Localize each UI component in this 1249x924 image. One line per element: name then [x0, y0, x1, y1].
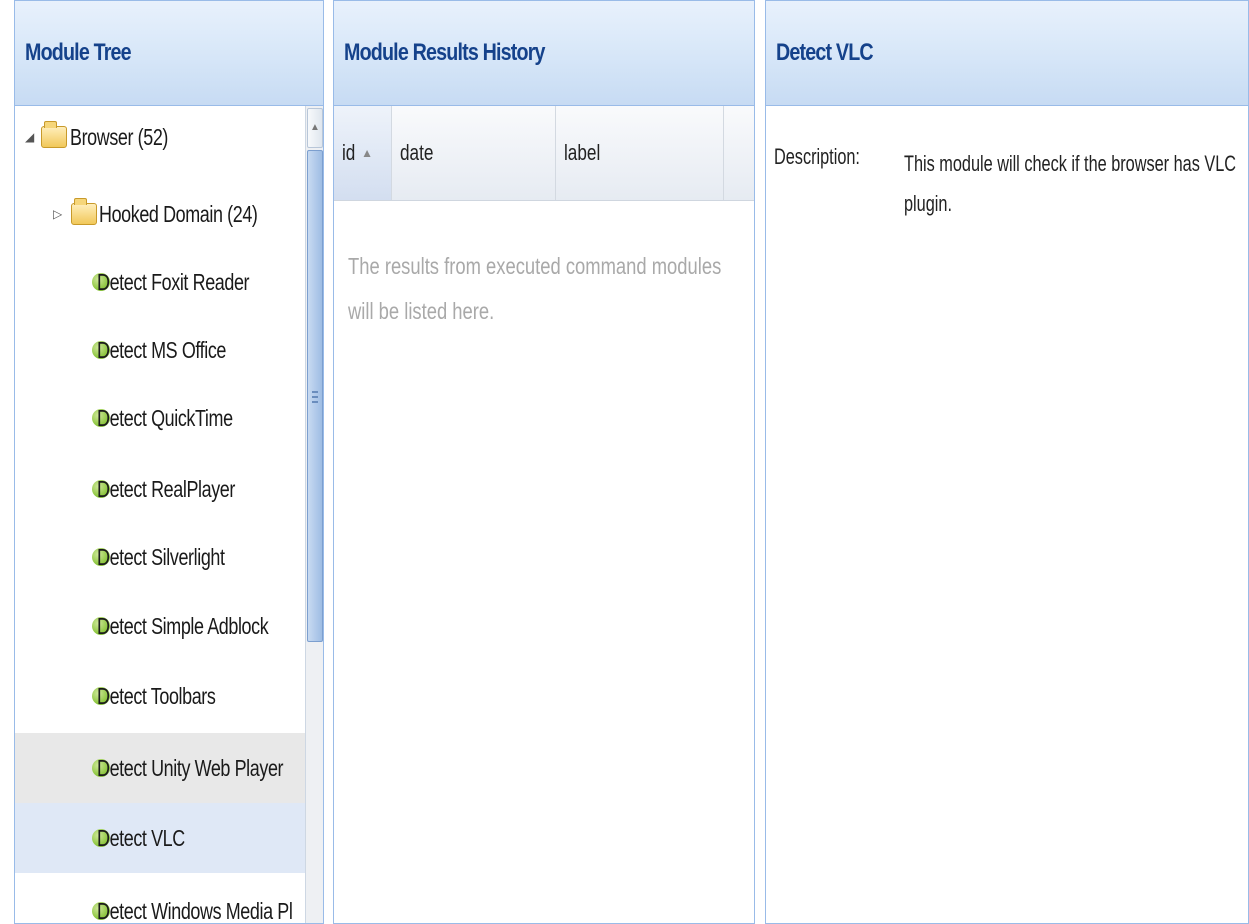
- tree-node-label: Detect RealPlayer: [97, 475, 235, 502]
- column-header-label[interactable]: label: [556, 106, 724, 200]
- tree-node-label: Browser (52): [70, 123, 169, 150]
- collapsed-arrow-icon[interactable]: ▷: [53, 207, 62, 221]
- column-header-date[interactable]: date: [392, 106, 556, 200]
- grip-icon: [312, 391, 318, 403]
- tree-node-hooked-domain[interactable]: ▷ Hooked Domain (24): [15, 183, 305, 245]
- sort-ascending-icon: ▲: [361, 146, 374, 160]
- results-history-header: Module Results History: [334, 1, 754, 106]
- tree-node-label: Hooked Domain (24): [99, 200, 258, 227]
- scroll-up-arrow-icon[interactable]: ▲: [307, 108, 323, 148]
- tree-node-detect-realplayer[interactable]: Detect RealPlayer: [15, 458, 305, 520]
- description-text: This module will check if the browser ha…: [904, 151, 1237, 216]
- tree-node-label: Detect Foxit Reader: [97, 268, 250, 295]
- empty-results-message: The results from executed command module…: [348, 253, 722, 324]
- tree-node-detect-unity-web-player[interactable]: Detect Unity Web Player: [15, 733, 305, 803]
- module-tree-title: Module Tree: [25, 39, 132, 66]
- module-tree-panel: Module Tree ◢ Browser (52) ▷ Hooked Doma…: [14, 0, 324, 924]
- expanded-arrow-icon[interactable]: ◢: [25, 130, 34, 144]
- scrollbar-thumb[interactable]: [307, 150, 323, 642]
- module-tree-list: ◢ Browser (52) ▷ Hooked Domain (24) Dete…: [15, 106, 305, 923]
- column-label: label: [564, 140, 601, 165]
- tree-node-detect-ms-office[interactable]: Detect MS Office: [15, 319, 305, 381]
- folder-icon: [71, 198, 97, 225]
- tree-node-label: Detect Silverlight: [97, 543, 225, 570]
- module-detail-body: Description: This module will check if t…: [766, 106, 1248, 923]
- column-header-spacer: [724, 106, 754, 200]
- tree-node-label: Detect MS Office: [97, 336, 227, 363]
- tree-node-browser[interactable]: ◢ Browser (52): [15, 106, 305, 168]
- tree-node-label: Detect Toolbars: [97, 682, 216, 709]
- tree-scrollbar[interactable]: ▲: [305, 106, 323, 923]
- tree-node-label: Detect Windows Media Pl: [97, 897, 293, 924]
- module-tree-body: ◢ Browser (52) ▷ Hooked Domain (24) Dete…: [15, 106, 323, 923]
- tree-node-detect-simple-adblock[interactable]: Detect Simple Adblock: [15, 595, 305, 657]
- module-detail-header: Detect VLC: [766, 1, 1248, 106]
- column-header-id[interactable]: id ▲: [334, 106, 392, 200]
- tree-node-detect-quicktime[interactable]: Detect QuickTime: [15, 387, 305, 449]
- tree-node-label: Detect Unity Web Player: [97, 754, 284, 781]
- module-detail-panel: Detect VLC Description: This module will…: [765, 0, 1249, 924]
- tree-node-label: Detect VLC: [97, 824, 185, 851]
- tree-node-detect-windows-media-player[interactable]: Detect Windows Media Pl: [15, 880, 305, 924]
- results-grid-header: id ▲ date label: [334, 106, 754, 201]
- column-label: id: [342, 140, 356, 165]
- column-label: date: [400, 140, 434, 165]
- folder-icon: [41, 121, 67, 148]
- description-label: Description:: [774, 144, 860, 169]
- module-tree-header: Module Tree: [15, 1, 323, 106]
- tree-node-detect-toolbars[interactable]: Detect Toolbars: [15, 665, 305, 727]
- tree-node-detect-silverlight[interactable]: Detect Silverlight: [15, 526, 305, 588]
- results-history-title: Module Results History: [344, 39, 545, 66]
- tree-node-detect-vlc[interactable]: Detect VLC: [15, 803, 305, 873]
- results-history-panel: Module Results History id ▲ date label T…: [333, 0, 755, 924]
- module-detail-title: Detect VLC: [776, 39, 874, 66]
- tree-node-detect-foxit-reader[interactable]: Detect Foxit Reader: [15, 251, 305, 313]
- tree-node-label: Detect QuickTime: [97, 404, 233, 431]
- tree-node-label: Detect Simple Adblock: [97, 612, 269, 639]
